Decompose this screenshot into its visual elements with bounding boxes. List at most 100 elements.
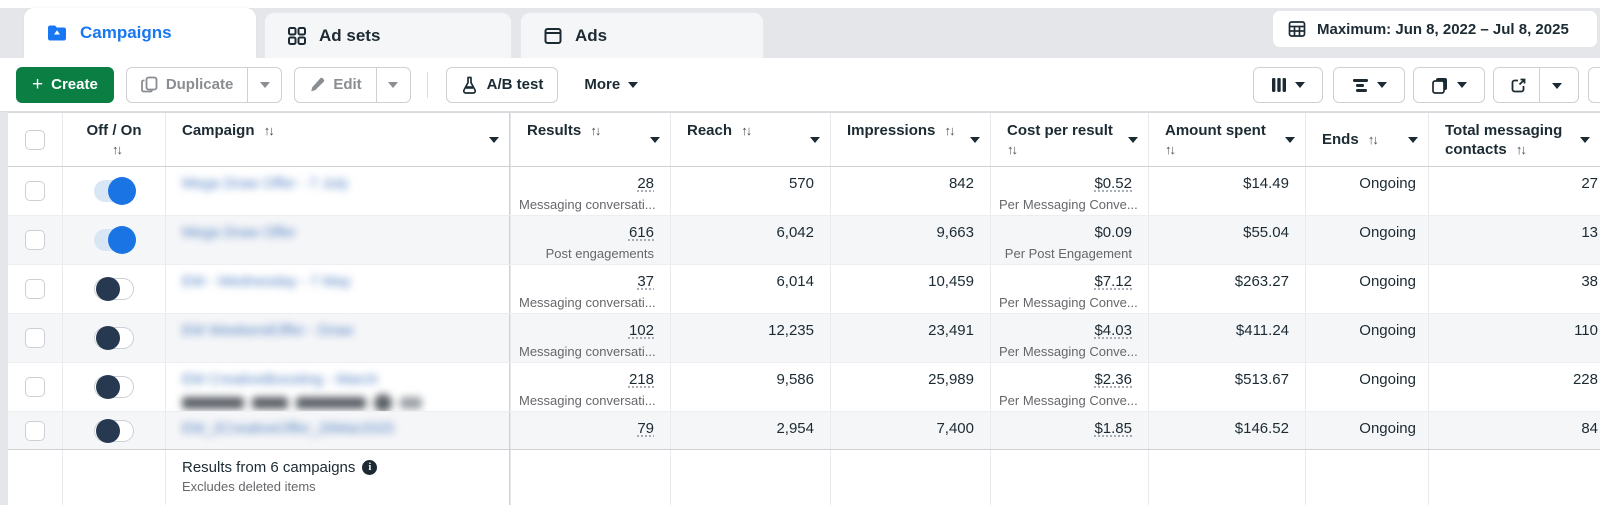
- toggle-knob: [96, 277, 120, 301]
- row-checkbox[interactable]: [25, 279, 45, 299]
- cost-per-result-value[interactable]: $1.85: [999, 419, 1132, 439]
- create-button[interactable]: + Create: [16, 66, 114, 103]
- campaign-toggle[interactable]: [94, 418, 134, 443]
- amount-spent-value: $513.67: [1234, 371, 1289, 388]
- row-checkbox[interactable]: [25, 328, 45, 348]
- campaign-toggle[interactable]: [94, 326, 134, 350]
- campaign-toggle[interactable]: [94, 177, 136, 205]
- results-value[interactable]: 28: [519, 174, 654, 194]
- more-button[interactable]: More: [574, 67, 648, 103]
- chevron-down-icon[interactable]: [810, 136, 820, 143]
- results-value[interactable]: 79: [519, 419, 654, 439]
- header-cell-total-messaging-contacts[interactable]: Total messaging contacts ↑↓: [1428, 113, 1600, 166]
- table-row: Mega Draw Offer 616 Post engagements 6,0…: [8, 216, 1600, 265]
- cost-per-result-value[interactable]: $2.36: [999, 370, 1132, 390]
- toggle-knob: [96, 326, 120, 350]
- edit-split-button: Edit: [294, 66, 411, 103]
- select-all-checkbox[interactable]: [25, 129, 45, 150]
- cost-per-result-value[interactable]: $7.12: [999, 272, 1132, 292]
- contacts-value: 228: [1572, 371, 1598, 388]
- table-footer-row: Results from 6 campaigns i Excludes dele…: [8, 449, 1600, 505]
- duplicate-icon: [140, 76, 158, 93]
- header-cell-reach[interactable]: Reach ↑↓: [670, 113, 830, 166]
- ads-frame-icon: [543, 26, 563, 46]
- reach-value: 570: [788, 175, 814, 192]
- cost-per-result-value[interactable]: $4.03: [999, 321, 1132, 341]
- duplicate-button[interactable]: Duplicate: [127, 68, 248, 102]
- table-row: Mega Draw Offer - 7 July 28 Messaging co…: [8, 167, 1600, 216]
- export-dropdown[interactable]: [1540, 76, 1574, 94]
- campaigns-folder-icon: [46, 22, 68, 44]
- tab-campaigns[interactable]: Campaigns: [24, 8, 256, 58]
- campaign-name[interactable]: EM - Wednesday - 7 May: [182, 273, 499, 290]
- toolbar: + Create Duplicate Edit A/B test More: [0, 58, 1600, 112]
- header-cell-impressions[interactable]: Impressions ↑↓: [830, 113, 990, 166]
- toggle-knob: [96, 418, 120, 443]
- campaign-toggle[interactable]: [94, 277, 134, 301]
- cost-per-result-value[interactable]: $0.09: [999, 223, 1132, 243]
- clipped-button[interactable]: [1588, 67, 1600, 103]
- header-contacts-label-line2: contacts: [1445, 141, 1507, 158]
- results-value[interactable]: 218: [519, 370, 654, 390]
- date-range-button[interactable]: Maximum: Jun 8, 2022 – Jul 8, 2025: [1272, 10, 1598, 48]
- chevron-down-icon[interactable]: [1128, 136, 1138, 143]
- duplicate-dropdown[interactable]: [247, 67, 281, 102]
- campaign-toggle[interactable]: [94, 375, 134, 399]
- breakdown-icon: [1352, 78, 1369, 93]
- chevron-down-icon: [628, 81, 639, 88]
- chevron-down-icon[interactable]: [650, 136, 660, 143]
- campaign-toggle[interactable]: [94, 226, 136, 254]
- chevron-down-icon[interactable]: [1285, 136, 1295, 143]
- edit-dropdown[interactable]: [375, 67, 410, 102]
- ends-value: Ongoing: [1359, 420, 1416, 437]
- campaign-name[interactable]: EM CreativeBoosting - March: [182, 371, 499, 388]
- reports-icon: [1431, 77, 1449, 94]
- contacts-value: 84: [1581, 420, 1598, 437]
- contacts-value: 27: [1581, 175, 1598, 192]
- header-results-label: Results: [527, 122, 582, 139]
- row-checkbox[interactable]: [25, 377, 45, 397]
- row-checkbox[interactable]: [25, 420, 45, 441]
- chevron-down-icon[interactable]: [489, 136, 499, 143]
- results-value[interactable]: 616: [519, 223, 654, 243]
- header-cell-ends[interactable]: Ends ↑↓: [1305, 113, 1428, 166]
- tab-ad-sets-label: Ad sets: [319, 25, 381, 45]
- edit-button[interactable]: Edit: [295, 68, 375, 102]
- breakdown-button[interactable]: [1333, 67, 1405, 103]
- header-cell-toggle[interactable]: Off / On ↑↓: [62, 113, 165, 166]
- info-icon[interactable]: i: [362, 460, 378, 475]
- campaign-name[interactable]: EM_2CreativeOffer_26Mar2025: [182, 420, 499, 437]
- chevron-down-icon[interactable]: [970, 136, 980, 143]
- impressions-value: 7,400: [936, 420, 974, 437]
- results-value[interactable]: 102: [519, 321, 654, 341]
- chevron-down-icon[interactable]: [1408, 136, 1418, 143]
- tab-ads[interactable]: Ads: [520, 12, 764, 58]
- campaign-name[interactable]: Mega Draw Offer: [182, 224, 499, 241]
- amount-spent-value: $55.04: [1243, 224, 1289, 241]
- header-cell-cost-per-result[interactable]: Cost per result ↑↓: [990, 113, 1148, 166]
- header-cell-campaign[interactable]: Campaign ↑↓: [165, 113, 510, 166]
- columns-button[interactable]: [1253, 67, 1323, 103]
- create-label: Create: [51, 76, 98, 93]
- chevron-down-icon[interactable]: [1580, 136, 1590, 143]
- row-checkbox[interactable]: [25, 181, 45, 201]
- export-button[interactable]: [1493, 67, 1579, 103]
- duplicate-label: Duplicate: [165, 76, 234, 93]
- ends-value: Ongoing: [1359, 273, 1416, 290]
- results-value[interactable]: 37: [519, 272, 654, 292]
- cost-per-result-value[interactable]: $0.52: [999, 174, 1132, 194]
- header-ends-label: Ends: [1322, 131, 1359, 148]
- campaign-name[interactable]: Mega Draw Offer - 7 July: [182, 175, 499, 192]
- sort-icon: ↑↓: [1007, 142, 1018, 157]
- reports-button[interactable]: [1413, 67, 1485, 103]
- row-checkbox[interactable]: [25, 230, 45, 250]
- table-row: EM - Wednesday - 7 May 37 Messaging conv…: [8, 265, 1600, 314]
- header-cell-amount-spent[interactable]: Amount spent ↑↓: [1148, 113, 1305, 166]
- header-cell-results[interactable]: Results ↑↓: [510, 113, 670, 166]
- badge: [252, 397, 288, 409]
- campaign-name[interactable]: EM WeekendOffer - Draw: [182, 322, 499, 339]
- tab-ad-sets[interactable]: Ad sets: [264, 12, 512, 58]
- ab-test-button[interactable]: A/B test: [445, 66, 559, 103]
- edit-label: Edit: [333, 76, 362, 93]
- header-campaign-label: Campaign: [182, 122, 255, 139]
